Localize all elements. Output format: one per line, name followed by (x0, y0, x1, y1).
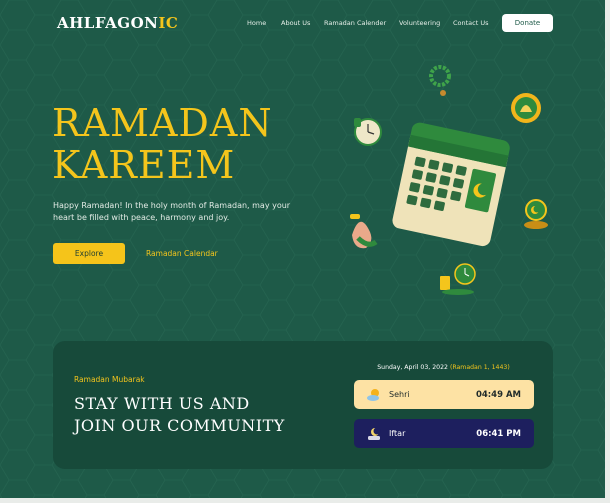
nav-contact-us[interactable]: Contact Us (453, 19, 489, 27)
card-title-line1: STAY WITH US AND (74, 394, 250, 413)
lantern-clock-icon (440, 263, 476, 295)
sehri-time-row: Sehri 04:49 AM (354, 380, 534, 409)
date-line: Sunday, April 03, 2022 (Ramadan 1, 1443) (353, 364, 534, 371)
ramadan-calendar-link[interactable]: Ramadan Calendar (146, 249, 218, 258)
iftar-label: Iftar (389, 429, 406, 438)
prayer-beads-icon (429, 65, 451, 96)
explore-button[interactable]: Explore (53, 243, 125, 264)
card-title-line2: JOIN OUR COMMUNITY (74, 416, 285, 435)
nav-ramadan-calender[interactable]: Ramadan Calender (324, 19, 386, 27)
crescent-coin-icon (524, 199, 548, 229)
gregorian-date: Sunday, April 03, 2022 (377, 364, 448, 371)
hero-title-line2: KAREEM (52, 143, 236, 187)
sehri-time: 04:49 AM (475, 389, 521, 400)
hero-title-line1: RAMADAN (52, 101, 273, 145)
window-edge-right (605, 0, 610, 503)
nav-volunteering[interactable]: Volunteering (399, 19, 440, 27)
iftar-time-row: Iftar 06:41 PM (354, 419, 534, 448)
site-logo[interactable]: AHLFAGONIC (57, 14, 178, 32)
ramadan-calendar-illustration (350, 65, 548, 295)
hijri-date: (Ramadan 1, 1443) (449, 364, 510, 371)
nav-home[interactable]: Home (247, 19, 266, 27)
window-edge-bottom (0, 498, 610, 503)
landing-page: AHLFAGONIC Home About Us Ramadan Calende… (0, 0, 605, 498)
sehri-label: Sehri (389, 390, 410, 399)
donate-button[interactable]: Donate (502, 14, 553, 32)
clock-icon (354, 118, 382, 146)
hero-description: Happy Ramadan! In the holy month of Rama… (53, 201, 291, 222)
mosque-badge-icon (511, 93, 541, 123)
nav-about-us[interactable]: About Us (281, 19, 310, 27)
sun-cloud-icon (366, 387, 382, 403)
iftar-time: 06:41 PM (476, 428, 521, 439)
praying-hands-icon (350, 214, 378, 249)
card-eyebrow: Ramadan Mubarak (74, 375, 145, 384)
moon-icon (366, 426, 382, 442)
calendar-icon (392, 122, 510, 247)
